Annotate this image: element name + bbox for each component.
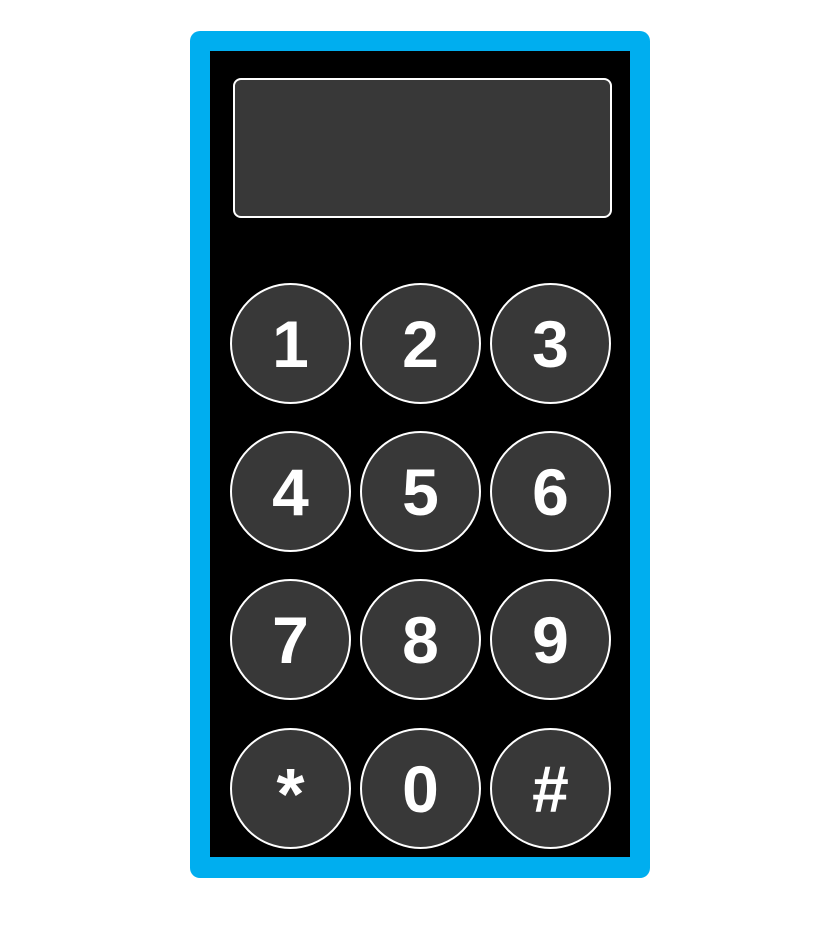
key-star[interactable]: * xyxy=(230,728,351,849)
keypad-panel: 1 2 3 4 5 6 7 8 9 * 0 # xyxy=(210,51,630,857)
key-7[interactable]: 7 xyxy=(230,579,351,700)
key-1[interactable]: 1 xyxy=(230,283,351,404)
keypad-device-frame: 1 2 3 4 5 6 7 8 9 * 0 # xyxy=(190,31,650,878)
key-5[interactable]: 5 xyxy=(360,431,481,552)
key-3[interactable]: 3 xyxy=(490,283,611,404)
key-hash[interactable]: # xyxy=(490,728,611,849)
key-9[interactable]: 9 xyxy=(490,579,611,700)
key-4[interactable]: 4 xyxy=(230,431,351,552)
key-0[interactable]: 0 xyxy=(360,728,481,849)
key-8[interactable]: 8 xyxy=(360,579,481,700)
key-6[interactable]: 6 xyxy=(490,431,611,552)
key-2[interactable]: 2 xyxy=(360,283,481,404)
keypad-display xyxy=(233,78,612,218)
